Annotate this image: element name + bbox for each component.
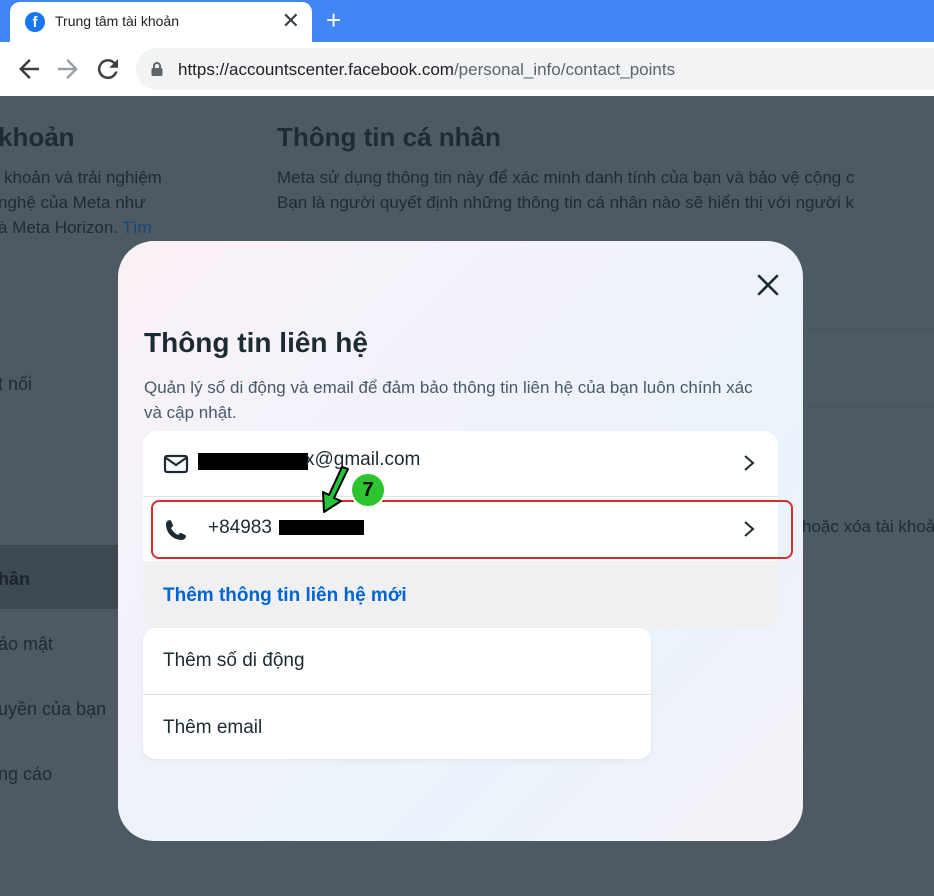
browser-tab-bar: f Trung tâm tài khoản ✕ + bbox=[0, 0, 934, 42]
main-desc-line-2: Bạn là người quyết định những thông tin … bbox=[277, 193, 855, 212]
main-desc-line-1: Meta sử dụng thông tin này để xác minh d… bbox=[277, 168, 855, 187]
phone-row-highlight bbox=[151, 500, 793, 559]
main-right-text: hoặc xóa tài khoả bbox=[802, 517, 934, 536]
add-phone-menu-item[interactable]: Thêm số di động bbox=[143, 628, 651, 693]
sidebar-desc-line-3: à Meta Horizon. Tìm bbox=[0, 218, 152, 238]
main-heading: Thông tin cá nhân bbox=[277, 122, 501, 152]
add-contact-menu: Thêm số di động Thêm email bbox=[143, 628, 651, 759]
sidebar-desc-text: à Meta Horizon. bbox=[0, 218, 123, 237]
redacted-email bbox=[198, 453, 308, 470]
url-host: https://accountscenter.facebook.com bbox=[178, 60, 454, 79]
divider bbox=[800, 406, 934, 407]
url-path: /personal_info/contact_points bbox=[453, 60, 676, 79]
lock-icon[interactable] bbox=[150, 61, 164, 77]
browser-toolbar: https://accountscenter.facebook.com/pers… bbox=[0, 42, 934, 96]
address-bar[interactable]: https://accountscenter.facebook.com/pers… bbox=[136, 48, 934, 90]
tab-close-icon[interactable]: ✕ bbox=[282, 9, 300, 33]
tab-title: Trung tâm tài khoản bbox=[55, 13, 179, 29]
green-arrow-icon bbox=[322, 466, 349, 513]
sidebar-desc-line-2: nghệ của Meta như bbox=[0, 193, 146, 212]
sidebar-desc-line-1: khoản và trải nghiệm bbox=[4, 168, 162, 187]
url-text: https://accountscenter.facebook.com/pers… bbox=[178, 60, 675, 80]
email-contact-row[interactable]: x@gmail.com bbox=[143, 431, 778, 496]
step-badge: 7 bbox=[350, 472, 386, 508]
sidebar-item-security[interactable]: ảo mật bbox=[0, 634, 53, 655]
new-tab-button[interactable]: + bbox=[326, 6, 341, 34]
sidebar-link[interactable]: Tìm bbox=[122, 218, 151, 237]
facebook-favicon-icon: f bbox=[25, 12, 45, 32]
sidebar-item-connect[interactable]: t nối bbox=[0, 374, 32, 395]
browser-tab[interactable]: f Trung tâm tài khoản ✕ bbox=[10, 2, 312, 42]
mail-icon bbox=[163, 454, 189, 474]
divider bbox=[800, 329, 934, 330]
forward-arrow-icon[interactable] bbox=[53, 54, 83, 84]
modal-description: Quản lý số di động và email để đảm bảo t… bbox=[144, 378, 753, 422]
sidebar-heading: khoản bbox=[0, 122, 75, 152]
chevron-right-icon bbox=[744, 455, 755, 471]
sidebar-item-rights[interactable]: uyền của bạn bbox=[0, 699, 106, 720]
add-email-menu-item[interactable]: Thêm email bbox=[143, 694, 651, 759]
modal-title: Thông tin liên hệ bbox=[144, 327, 368, 358]
reload-icon[interactable] bbox=[93, 54, 123, 84]
add-new-contact-link[interactable]: Thêm thông tin liên hệ mới bbox=[163, 585, 407, 607]
sidebar-item-personal[interactable]: hân bbox=[0, 569, 30, 590]
close-icon[interactable] bbox=[748, 265, 788, 305]
back-arrow-icon[interactable] bbox=[14, 54, 44, 84]
sidebar-item-ads[interactable]: ng cáo bbox=[0, 764, 52, 785]
